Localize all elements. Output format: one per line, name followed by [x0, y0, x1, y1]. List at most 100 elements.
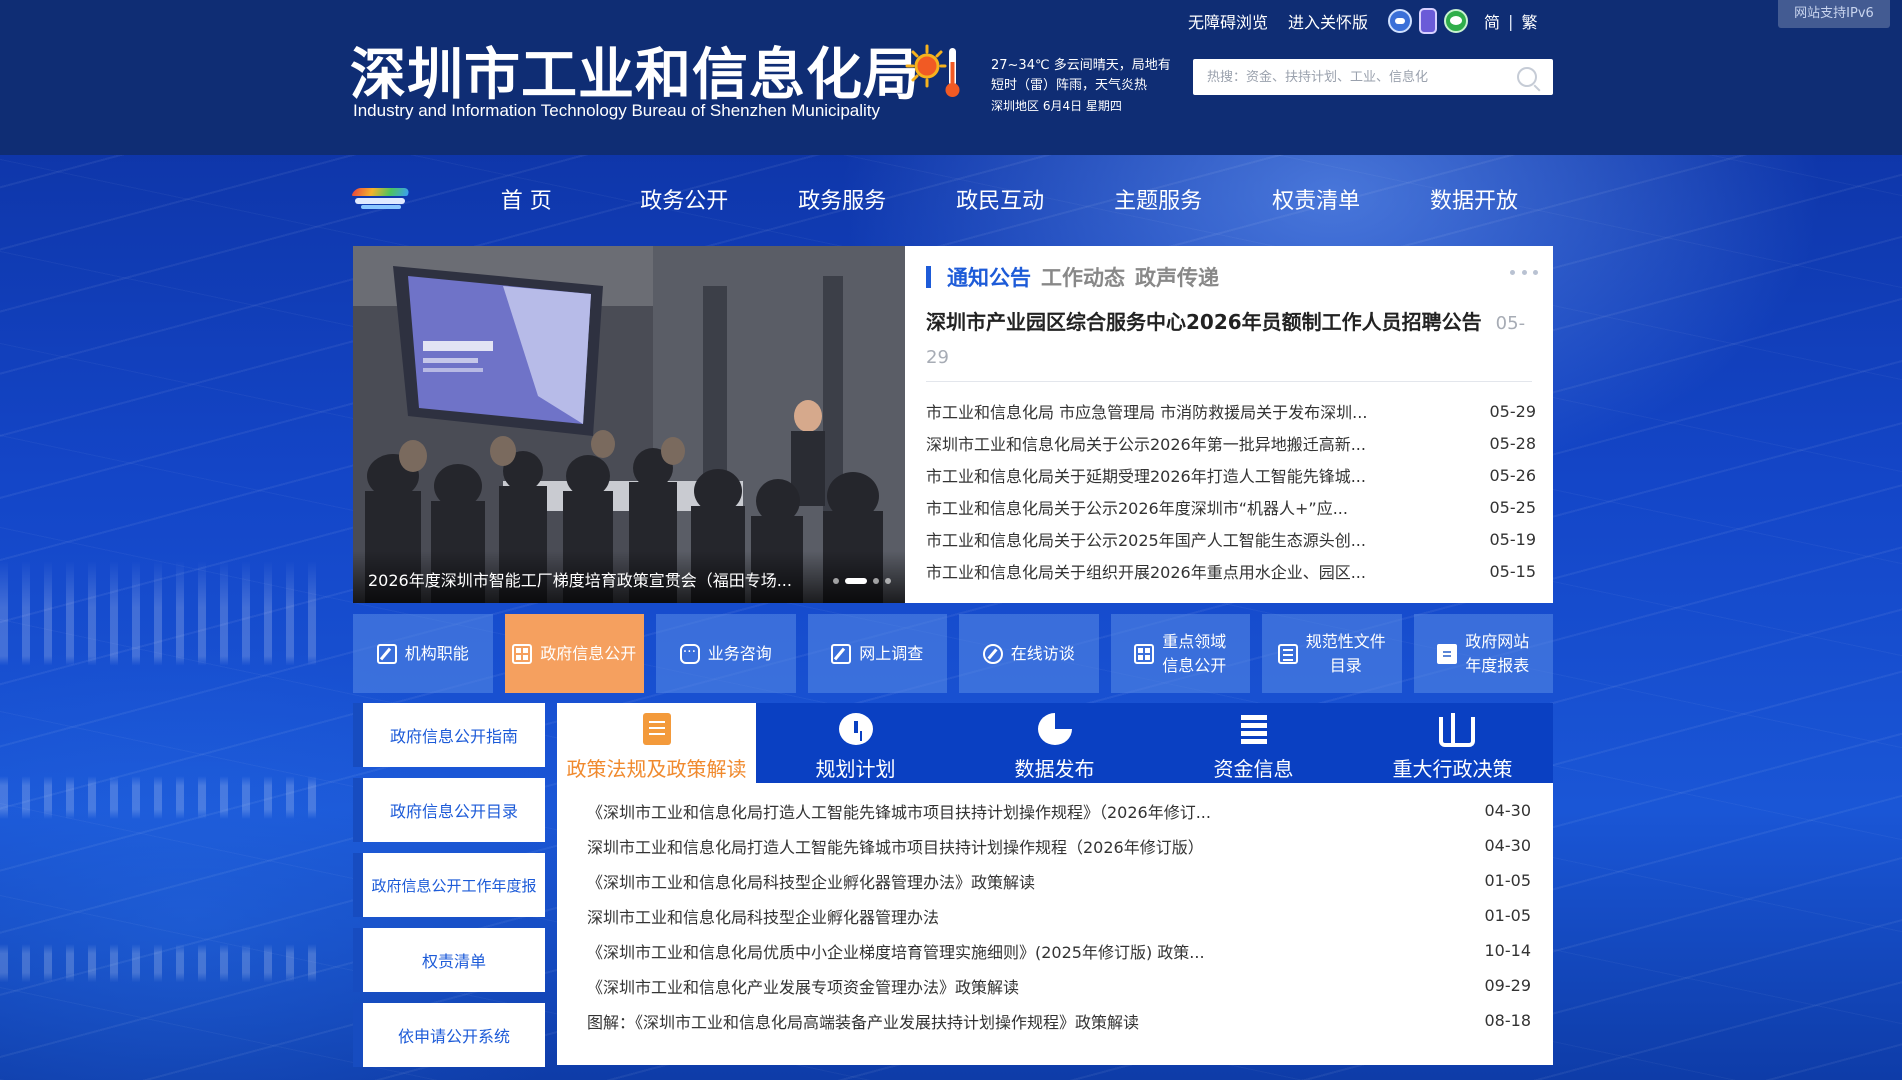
news-item-title[interactable]: 市工业和信息化局关于公示2026年度深圳市“机器人+”应... — [926, 495, 1348, 519]
list-item[interactable]: 市工业和信息化局 市应急管理局 市消防救援局关于发布深圳... 05-29 — [926, 395, 1536, 427]
list-item[interactable]: 图解：《深圳市工业和信息化局高端装备产业发展扶持计划操作规程》政策解读 08-18 — [587, 1003, 1531, 1038]
tab-work-updates[interactable]: 工作动态 — [1041, 262, 1125, 292]
nav-item-open-data[interactable]: 数据开放 — [1395, 183, 1553, 215]
slide-photo[interactable] — [353, 246, 905, 603]
tab-policy-regulations[interactable]: 政策法规及政策解读 — [557, 703, 756, 783]
more-icon[interactable] — [1510, 270, 1538, 276]
weather-info: 27~34℃ 多云间晴天，局地有 短时（雷）阵雨，天气炎热 深圳地区 6月4日 … — [991, 56, 1191, 116]
quick-org-functions-button[interactable]: 机构职能 — [353, 614, 493, 693]
nav-item-power-list[interactable]: 权责清单 — [1237, 183, 1395, 215]
search-input[interactable] — [1207, 59, 1497, 95]
nav-item-interaction[interactable]: 政民互动 — [921, 183, 1079, 215]
slide-caption-text[interactable]: 2026年度深圳市智能工厂梯度培育政策宣贯会（福田专场... — [368, 567, 792, 591]
news-item-date: 05-29 — [1489, 401, 1537, 421]
news-item-title[interactable]: 市工业和信息化局关于组织开展2026年重点用水企业、园区... — [926, 559, 1366, 583]
list-item[interactable]: 深圳市工业和信息化局打造人工智能先锋城市项目扶持计划操作规程（2026年修订版）… — [587, 828, 1531, 863]
policy-item-date: 04-30 — [1484, 836, 1532, 855]
list-item[interactable]: 市工业和信息化局关于公示2026年度深圳市“机器人+”应... 05-25 — [926, 491, 1536, 523]
book-icon — [642, 713, 671, 745]
policy-item-title[interactable]: 《深圳市工业和信息化局优质中小企业梯度培育管理实施细则》(2025年修订版) 政… — [587, 939, 1205, 963]
policy-item-title[interactable]: 深圳市工业和信息化局科技型企业孵化器管理办法 — [587, 904, 939, 928]
tab-gov-voice[interactable]: 政声传递 — [1135, 262, 1219, 292]
side-link-catalog[interactable]: 政府信息公开目录 — [353, 778, 545, 842]
search-icon[interactable] — [1517, 67, 1537, 87]
tab-major-decisions[interactable]: 重大行政决策 — [1353, 703, 1552, 783]
quick-label: 政府网站 年度报表 — [1465, 631, 1530, 675]
side-link-guide[interactable]: 政府信息公开指南 — [353, 703, 545, 767]
headline-title[interactable]: 深圳市产业园区综合服务中心2026年员额制工作人员招聘公告 — [926, 310, 1482, 334]
list-item[interactable]: 《深圳市工业和信息化局优质中小企业梯度培育管理实施细则》(2025年修订版) 政… — [587, 933, 1531, 968]
policy-item-title[interactable]: 图解：《深圳市工业和信息化局高端装备产业发展扶持计划操作规程》政策解读 — [587, 1009, 1139, 1033]
site-title[interactable]: 深圳市工业和信息化局 — [350, 30, 920, 111]
tab-planning[interactable]: 规划计划 — [756, 703, 955, 783]
quick-survey-button[interactable]: 网上调查 — [807, 614, 947, 693]
nav-item-topic-services[interactable]: 主题服务 — [1079, 183, 1237, 215]
policy-item-title[interactable]: 《深圳市工业和信息化产业发展专项资金管理办法》政策解读 — [587, 974, 1019, 998]
quick-annual-report-button[interactable]: 政府网站 年度报表 — [1413, 614, 1553, 693]
quick-label: 在线访谈 — [1010, 643, 1075, 663]
compass-icon — [982, 643, 1003, 664]
list-item[interactable]: 市工业和信息化局关于延期受理2026年打造人工智能先锋城... 05-26 — [926, 459, 1536, 491]
quick-interview-button[interactable]: 在线访谈 — [959, 614, 1099, 693]
policy-item-title[interactable]: 《深圳市工业和信息化局科技型企业孵化器管理办法》政策解读 — [587, 869, 1035, 893]
nav-item-home[interactable]: 首 页 — [447, 183, 605, 215]
side-link-request-system[interactable]: 依申请公开系统 — [353, 1003, 545, 1067]
quick-normative-docs-button[interactable]: 规范性文件 目录 — [1262, 614, 1402, 693]
accessibility-link[interactable]: 无障碍浏览 — [1188, 9, 1268, 33]
list-item[interactable]: 深圳市工业和信息化局科技型企业孵化器管理办法 01-05 — [587, 898, 1531, 933]
wechat-icon[interactable] — [1444, 9, 1469, 33]
policy-panel: 《深圳市工业和信息化局打造人工智能先锋城市项目扶持计划操作规程》（2026年修订… — [557, 783, 1553, 1065]
policy-item-title[interactable]: 《深圳市工业和信息化局打造人工智能先锋城市项目扶持计划操作规程》（2026年修订… — [587, 799, 1211, 823]
tab-label: 规划计划 — [815, 757, 896, 781]
weather-date: 深圳地区 6月4日 星期四 — [991, 99, 1122, 113]
list-item[interactable]: 市工业和信息化局关于公示2025年国产人工智能生态源头创... 05-19 — [926, 523, 1536, 555]
policy-item-date: 01-05 — [1484, 871, 1532, 890]
robot-icon[interactable] — [1388, 9, 1413, 33]
list-item[interactable]: 市工业和信息化局关于组织开展2026年重点用水企业、园区... 05-15 — [926, 555, 1536, 587]
tab-funding-info[interactable]: 资金信息 — [1154, 703, 1353, 783]
tab-label: 数据发布 — [1014, 757, 1095, 781]
news-item-date: 05-25 — [1489, 497, 1537, 517]
background-data-pattern — [0, 560, 330, 1040]
lang-traditional-link[interactable]: 繁 — [1521, 9, 1537, 33]
chat-icon — [679, 640, 700, 664]
news-item-title[interactable]: 深圳市工业和信息化局关于公示2026年第一批异地搬迁高新... — [926, 431, 1366, 455]
slider-dot[interactable] — [885, 578, 891, 584]
policy-item-title[interactable]: 深圳市工业和信息化局打造人工智能先锋城市项目扶持计划操作规程（2026年修订版） — [587, 834, 1204, 858]
news-slider[interactable]: 2026年度深圳市智能工厂梯度培育政策宣贯会（福田专场... — [353, 246, 905, 603]
policy-item-date: 01-05 — [1484, 906, 1532, 925]
list-item[interactable]: 《深圳市工业和信息化局科技型企业孵化器管理办法》政策解读 01-05 — [587, 863, 1531, 898]
news-item-date: 05-28 — [1489, 433, 1537, 453]
slider-dot-active[interactable] — [845, 578, 867, 584]
slider-dot[interactable] — [873, 578, 879, 584]
policy-item-date: 04-30 — [1484, 801, 1532, 820]
policy-list: 《深圳市工业和信息化局打造人工智能先锋城市项目扶持计划操作规程》（2026年修订… — [587, 793, 1531, 1038]
slider-dot[interactable] — [833, 578, 839, 584]
phone-icon[interactable] — [1419, 8, 1438, 34]
news-item-date: 05-19 — [1489, 529, 1537, 549]
quick-label: 重点领域 信息公开 — [1162, 631, 1227, 675]
ipv6-badge: 网站支持IPv6 — [1778, 0, 1890, 28]
side-link-annual-report[interactable]: 政府信息公开工作年度报 — [353, 853, 545, 917]
elderly-mode-link[interactable]: 进入关怀版 — [1288, 9, 1368, 33]
slide-caption[interactable]: 2026年度深圳市智能工厂梯度培育政策宣贯会（福田专场... — [353, 551, 905, 603]
nav-item-gov-affairs-open[interactable]: 政务公开 — [605, 183, 763, 215]
tab-notices[interactable]: 通知公告 — [947, 262, 1031, 292]
quick-gov-info-open-button[interactable]: 政府信息公开 — [504, 614, 644, 693]
news-item-title[interactable]: 市工业和信息化局关于公示2025年国产人工智能生态源头创... — [926, 527, 1366, 551]
list-item[interactable]: 深圳市工业和信息化局关于公示2026年第一批异地搬迁高新... 05-28 — [926, 427, 1536, 459]
nav-logo-icon[interactable] — [351, 186, 411, 212]
news-item-title[interactable]: 市工业和信息化局关于延期受理2026年打造人工智能先锋城... — [926, 463, 1366, 487]
headline-news[interactable]: 深圳市产业园区综合服务中心2026年员额制工作人员招聘公告 05-29 — [926, 306, 1536, 374]
quick-key-areas-button[interactable]: 重点领域 信息公开 — [1110, 614, 1250, 693]
news-item-title[interactable]: 市工业和信息化局 市应急管理局 市消防救援局关于发布深圳... — [926, 399, 1367, 423]
tab-data-release[interactable]: 数据发布 — [955, 703, 1154, 783]
list-item[interactable]: 《深圳市工业和信息化产业发展专项资金管理办法》政策解读 09-29 — [587, 968, 1531, 1003]
nav-item-gov-services[interactable]: 政务服务 — [763, 183, 921, 215]
quick-consult-button[interactable]: 业务咨询 — [656, 614, 796, 693]
lang-simplified-link[interactable]: 简 — [1484, 9, 1500, 33]
list-item[interactable]: 《深圳市工业和信息化局打造人工智能先锋城市项目扶持计划操作规程》（2026年修订… — [587, 793, 1531, 828]
survey-icon — [831, 643, 852, 664]
side-link-power-list[interactable]: 权责清单 — [353, 928, 545, 992]
news-divider — [926, 381, 1532, 382]
